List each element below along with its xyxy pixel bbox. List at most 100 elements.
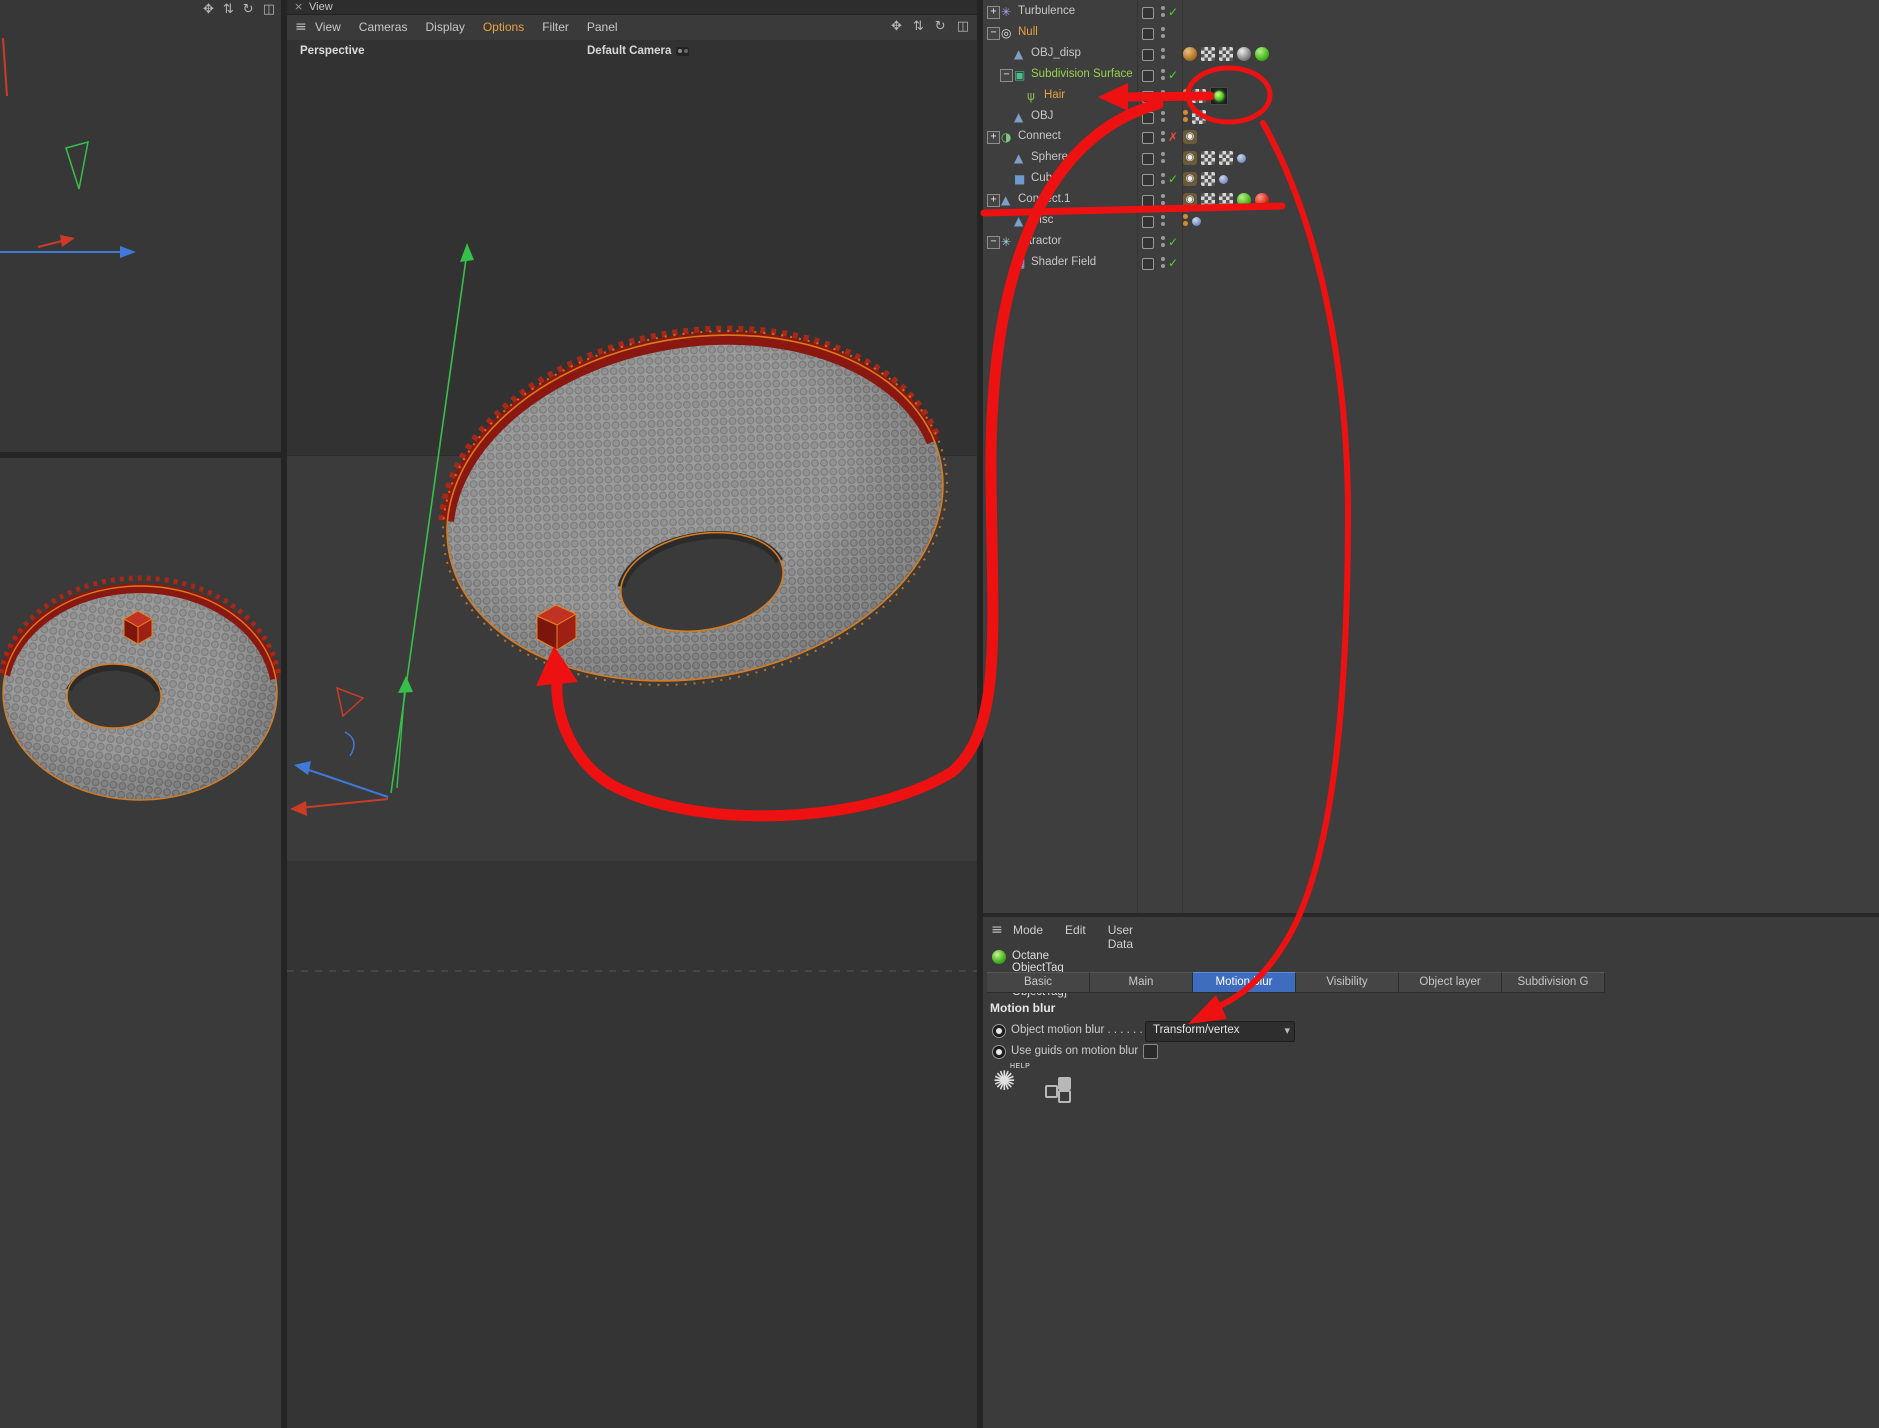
tag-bluedot-icon[interactable] — [1219, 174, 1228, 184]
expander-plus-icon[interactable]: + — [987, 194, 1000, 208]
viewport-3d-canvas[interactable]: Perspective Default Camera — [287, 40, 977, 1428]
tag-checker-icon[interactable] — [1192, 109, 1206, 124]
tag-checker-icon[interactable] — [1201, 193, 1215, 208]
tag-checker-icon[interactable] — [1201, 46, 1215, 61]
tag-checker-icon[interactable] — [1219, 193, 1233, 208]
menu-cameras[interactable]: Cameras — [359, 20, 408, 34]
menu-options[interactable]: Options — [483, 20, 524, 34]
tab-main[interactable]: Main — [1090, 972, 1193, 993]
tree-item-obj-disp[interactable]: ▲ OBJ_disp — [983, 44, 1879, 64]
tree-item-label[interactable]: Hair — [1044, 89, 1065, 101]
tag-eye-icon[interactable]: ◉ — [1183, 193, 1197, 208]
tree-item-label[interactable]: Sphere — [1031, 151, 1068, 163]
tab-visibility[interactable]: Visibility — [1296, 972, 1399, 993]
menu-view[interactable]: View — [315, 20, 341, 34]
use-guides-checkbox[interactable] — [1143, 1044, 1158, 1059]
tree-item-subdivision-surface[interactable]: − ▣ Subdivision Surface ✓ — [983, 65, 1879, 85]
viewport-top-left[interactable]: ✥ ⇅ ↻ ◫ — [0, 0, 281, 452]
tree-item-label[interactable]: Disc — [1031, 214, 1053, 226]
rotate-view-icon[interactable]: ↻ — [243, 2, 254, 17]
tree-item-connect[interactable]: + ◑ Connect ✗ ◉ — [983, 127, 1879, 147]
tree-item-sphere[interactable]: ▲ Sphere ◉ — [983, 148, 1879, 168]
tag-checker-icon[interactable] — [1219, 151, 1233, 166]
tree-item-turbulence[interactable]: + ✳ Turbulence ✓ — [983, 2, 1879, 22]
menu-mode[interactable]: Mode — [1013, 923, 1043, 951]
default-camera-label[interactable]: Default Camera — [587, 45, 690, 57]
layer-chip[interactable] — [1142, 132, 1154, 145]
visibility-dots[interactable] — [1161, 215, 1165, 219]
layer-chip[interactable] — [1142, 90, 1154, 103]
maximize-view-icon[interactable]: ◫ — [957, 19, 969, 34]
tree-item-label[interactable]: Turbulence — [1018, 5, 1075, 17]
expander-minus-icon[interactable]: − — [987, 26, 1000, 40]
tag-greenball-icon[interactable] — [1237, 193, 1251, 208]
tree-item-label[interactable]: Shader Field — [1031, 256, 1096, 268]
tag-bluedot-icon[interactable] — [1192, 216, 1201, 226]
octane-help-icon[interactable]: ✺ — [993, 1067, 1016, 1097]
tab-object-layer[interactable]: Object layer — [1399, 972, 1502, 993]
tag-octtag-icon[interactable] — [1210, 86, 1228, 105]
expander-plus-icon[interactable]: + — [987, 6, 1000, 19]
tag-checker-icon[interactable] — [1192, 88, 1206, 103]
tree-item-connect-1[interactable]: + ▲ Connect.1 ◉ — [983, 190, 1879, 210]
visibility-dots[interactable] — [1161, 110, 1165, 115]
tree-item-disc[interactable]: ▲ Disc — [983, 211, 1879, 231]
hamburger-menu-icon[interactable]: ≡ — [295, 19, 307, 35]
layer-chip[interactable] — [1142, 257, 1154, 270]
layer-chip[interactable] — [1142, 69, 1154, 82]
tag-texball-icon[interactable] — [1183, 46, 1197, 61]
tag-orangedot-icon[interactable] — [1183, 88, 1188, 94]
zoom-view-icon[interactable]: ⇅ — [223, 2, 234, 17]
view-tab-label[interactable]: View — [309, 0, 333, 14]
enabled-check-icon[interactable]: ✓ — [1168, 172, 1178, 186]
tab-basic[interactable]: Basic — [987, 972, 1090, 993]
visibility-dots[interactable] — [1161, 173, 1165, 178]
viewport-bottom-left[interactable] — [0, 458, 282, 1428]
tag-orangedot-icon[interactable] — [1183, 109, 1188, 115]
tree-item-label[interactable]: OBJ_disp — [1031, 47, 1081, 59]
menu-display[interactable]: Display — [425, 20, 464, 34]
object-motion-blur-radio[interactable] — [992, 1024, 1006, 1038]
close-tab-icon[interactable]: × — [294, 0, 303, 14]
tab-motion-blur[interactable]: Motion blur — [1193, 972, 1296, 993]
expander-plus-icon[interactable]: + — [987, 131, 1000, 145]
maximize-view-icon[interactable]: ◫ — [263, 2, 275, 17]
visibility-dots[interactable] — [1161, 26, 1165, 31]
tag-orangedot-icon[interactable] — [1183, 214, 1188, 219]
visibility-dots[interactable] — [1161, 6, 1165, 10]
expander-minus-icon[interactable]: − — [1000, 68, 1013, 82]
enabled-check-icon[interactable]: ✓ — [1168, 68, 1178, 82]
layer-chip[interactable] — [1142, 174, 1154, 187]
tree-item-label[interactable]: OBJ — [1031, 110, 1053, 122]
tree-item-label[interactable]: Null — [1018, 26, 1038, 38]
layer-chip[interactable] — [1142, 236, 1154, 249]
visibility-dots[interactable] — [1161, 256, 1165, 261]
tag-checker-icon[interactable] — [1201, 172, 1215, 187]
visibility-dots[interactable] — [1161, 68, 1165, 73]
layer-chip[interactable] — [1142, 27, 1154, 40]
enabled-check-icon[interactable]: ✓ — [1168, 256, 1178, 270]
enabled-check-icon[interactable]: ✓ — [1168, 5, 1178, 19]
tag-checker-icon[interactable] — [1201, 151, 1215, 166]
tree-item-hair[interactable]: ψ Hair — [983, 86, 1879, 106]
expander-minus-icon[interactable]: − — [987, 235, 1000, 249]
enabled-check-icon[interactable]: ✓ — [1168, 235, 1178, 249]
tree-item-cube[interactable]: ■ Cube ✓ ◉ — [983, 169, 1879, 189]
tag-eye-icon[interactable]: ◉ — [1183, 130, 1197, 145]
menu-panel[interactable]: Panel — [587, 20, 618, 34]
pan-view-icon[interactable]: ✥ — [203, 2, 214, 17]
tree-item-label[interactable]: Cube — [1031, 172, 1059, 184]
tag-grayball-icon[interactable] — [1237, 46, 1251, 61]
disabled-cross-icon[interactable]: ✗ — [1168, 130, 1178, 144]
tree-item-label[interactable]: Connect — [1018, 130, 1061, 142]
layer-chip[interactable] — [1142, 153, 1154, 166]
menu-edit[interactable]: Edit — [1065, 923, 1086, 951]
layer-chip[interactable] — [1142, 216, 1154, 228]
tag-eye-icon[interactable]: ◉ — [1183, 151, 1197, 166]
tab-subdivision-g[interactable]: Subdivision G — [1502, 972, 1605, 993]
menu-filter[interactable]: Filter — [542, 20, 569, 34]
visibility-dots[interactable] — [1161, 235, 1165, 240]
motion-blur-type-select[interactable]: Transform/vertex ▾ — [1145, 1021, 1295, 1042]
menu-user-data[interactable]: User Data — [1108, 923, 1133, 951]
layer-chip[interactable] — [1142, 48, 1154, 61]
